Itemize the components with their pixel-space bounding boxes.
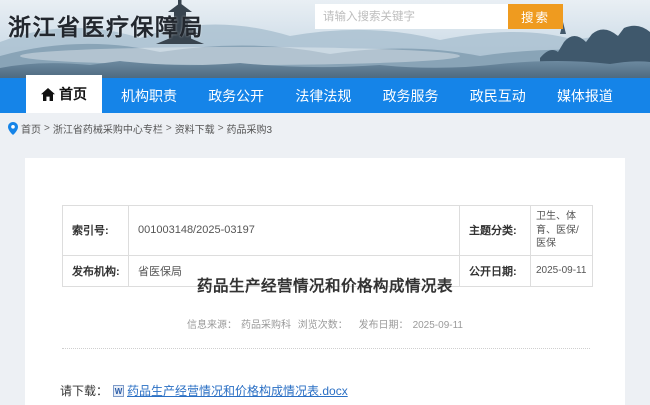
nav-item-laws[interactable]: 法律法规 (293, 86, 353, 106)
breadcrumb-separator: > (166, 123, 172, 134)
svg-text:W: W (115, 387, 123, 396)
pubdate-value: 2025-09-11 (413, 320, 463, 331)
source-value: 药品采购科 (241, 320, 291, 331)
pubdate-label: 发布日期： (359, 320, 409, 331)
docx-download-link[interactable]: 药品生产经营情况和价格构成情况表.docx (127, 382, 348, 399)
nav-item-media[interactable]: 媒体报道 (555, 86, 615, 106)
breadcrumb-home[interactable]: 首页 (21, 121, 41, 136)
article-meta-line: 信息来源： 药品采购科 浏览次数： 发布日期： 2025-09-11 (25, 316, 625, 331)
breadcrumb: 首页 > 浙江省药械采购中心专栏 > 资料下载 > 药品采购3 (8, 120, 272, 136)
views-label: 浏览次数： (298, 320, 348, 331)
index-number-label: 索引号: (63, 206, 129, 256)
search-button[interactable]: 搜索 (508, 4, 563, 29)
site-title: 浙江省医疗保障局 (8, 8, 204, 42)
nav-item-openness[interactable]: 政务公开 (206, 86, 266, 106)
home-icon (41, 88, 55, 101)
content-card: 索引号: 001003148/2025-03197 主题分类: 卫生、体育、医保… (25, 158, 625, 405)
site-header: 浙江省医疗保障局 搜索 (0, 0, 650, 78)
index-number-value: 001003148/2025-03197 (129, 206, 460, 256)
download-row: 请下载： W 药品生产经营情况和价格构成情况表.docx (60, 382, 348, 399)
location-pin-icon (8, 122, 18, 135)
download-label: 请下载： (60, 382, 108, 399)
topic-category-label: 主题分类: (460, 206, 531, 256)
nav-item-label: 首页 (59, 84, 87, 104)
breadcrumb-separator: > (44, 123, 50, 134)
breadcrumb-downloads[interactable]: 资料下载 (175, 121, 215, 136)
article-title: 药品生产经营情况和价格构成情况表 (25, 274, 625, 296)
breadcrumb-current: 药品采购3 (227, 121, 273, 136)
dotted-divider (62, 348, 590, 349)
nav-item-services[interactable]: 政务服务 (381, 86, 441, 106)
nav-item-interact[interactable]: 政民互动 (468, 86, 528, 106)
word-doc-icon: W (113, 385, 124, 397)
source-label: 信息来源： (187, 320, 237, 331)
nav-item-home[interactable]: 首页 (26, 75, 102, 113)
nav-item-duties[interactable]: 机构职责 (119, 86, 179, 106)
table-row: 索引号: 001003148/2025-03197 主题分类: 卫生、体育、医保… (63, 206, 593, 256)
search-input[interactable] (315, 4, 508, 29)
breadcrumb-column[interactable]: 浙江省药械采购中心专栏 (53, 121, 163, 136)
search-box (315, 4, 508, 29)
topic-category-value: 卫生、体育、医保/医保 (531, 206, 593, 256)
breadcrumb-separator: > (218, 123, 224, 134)
nav-items: 机构职责 政务公开 法律法规 政务服务 政民互动 媒体报道 (119, 78, 615, 113)
